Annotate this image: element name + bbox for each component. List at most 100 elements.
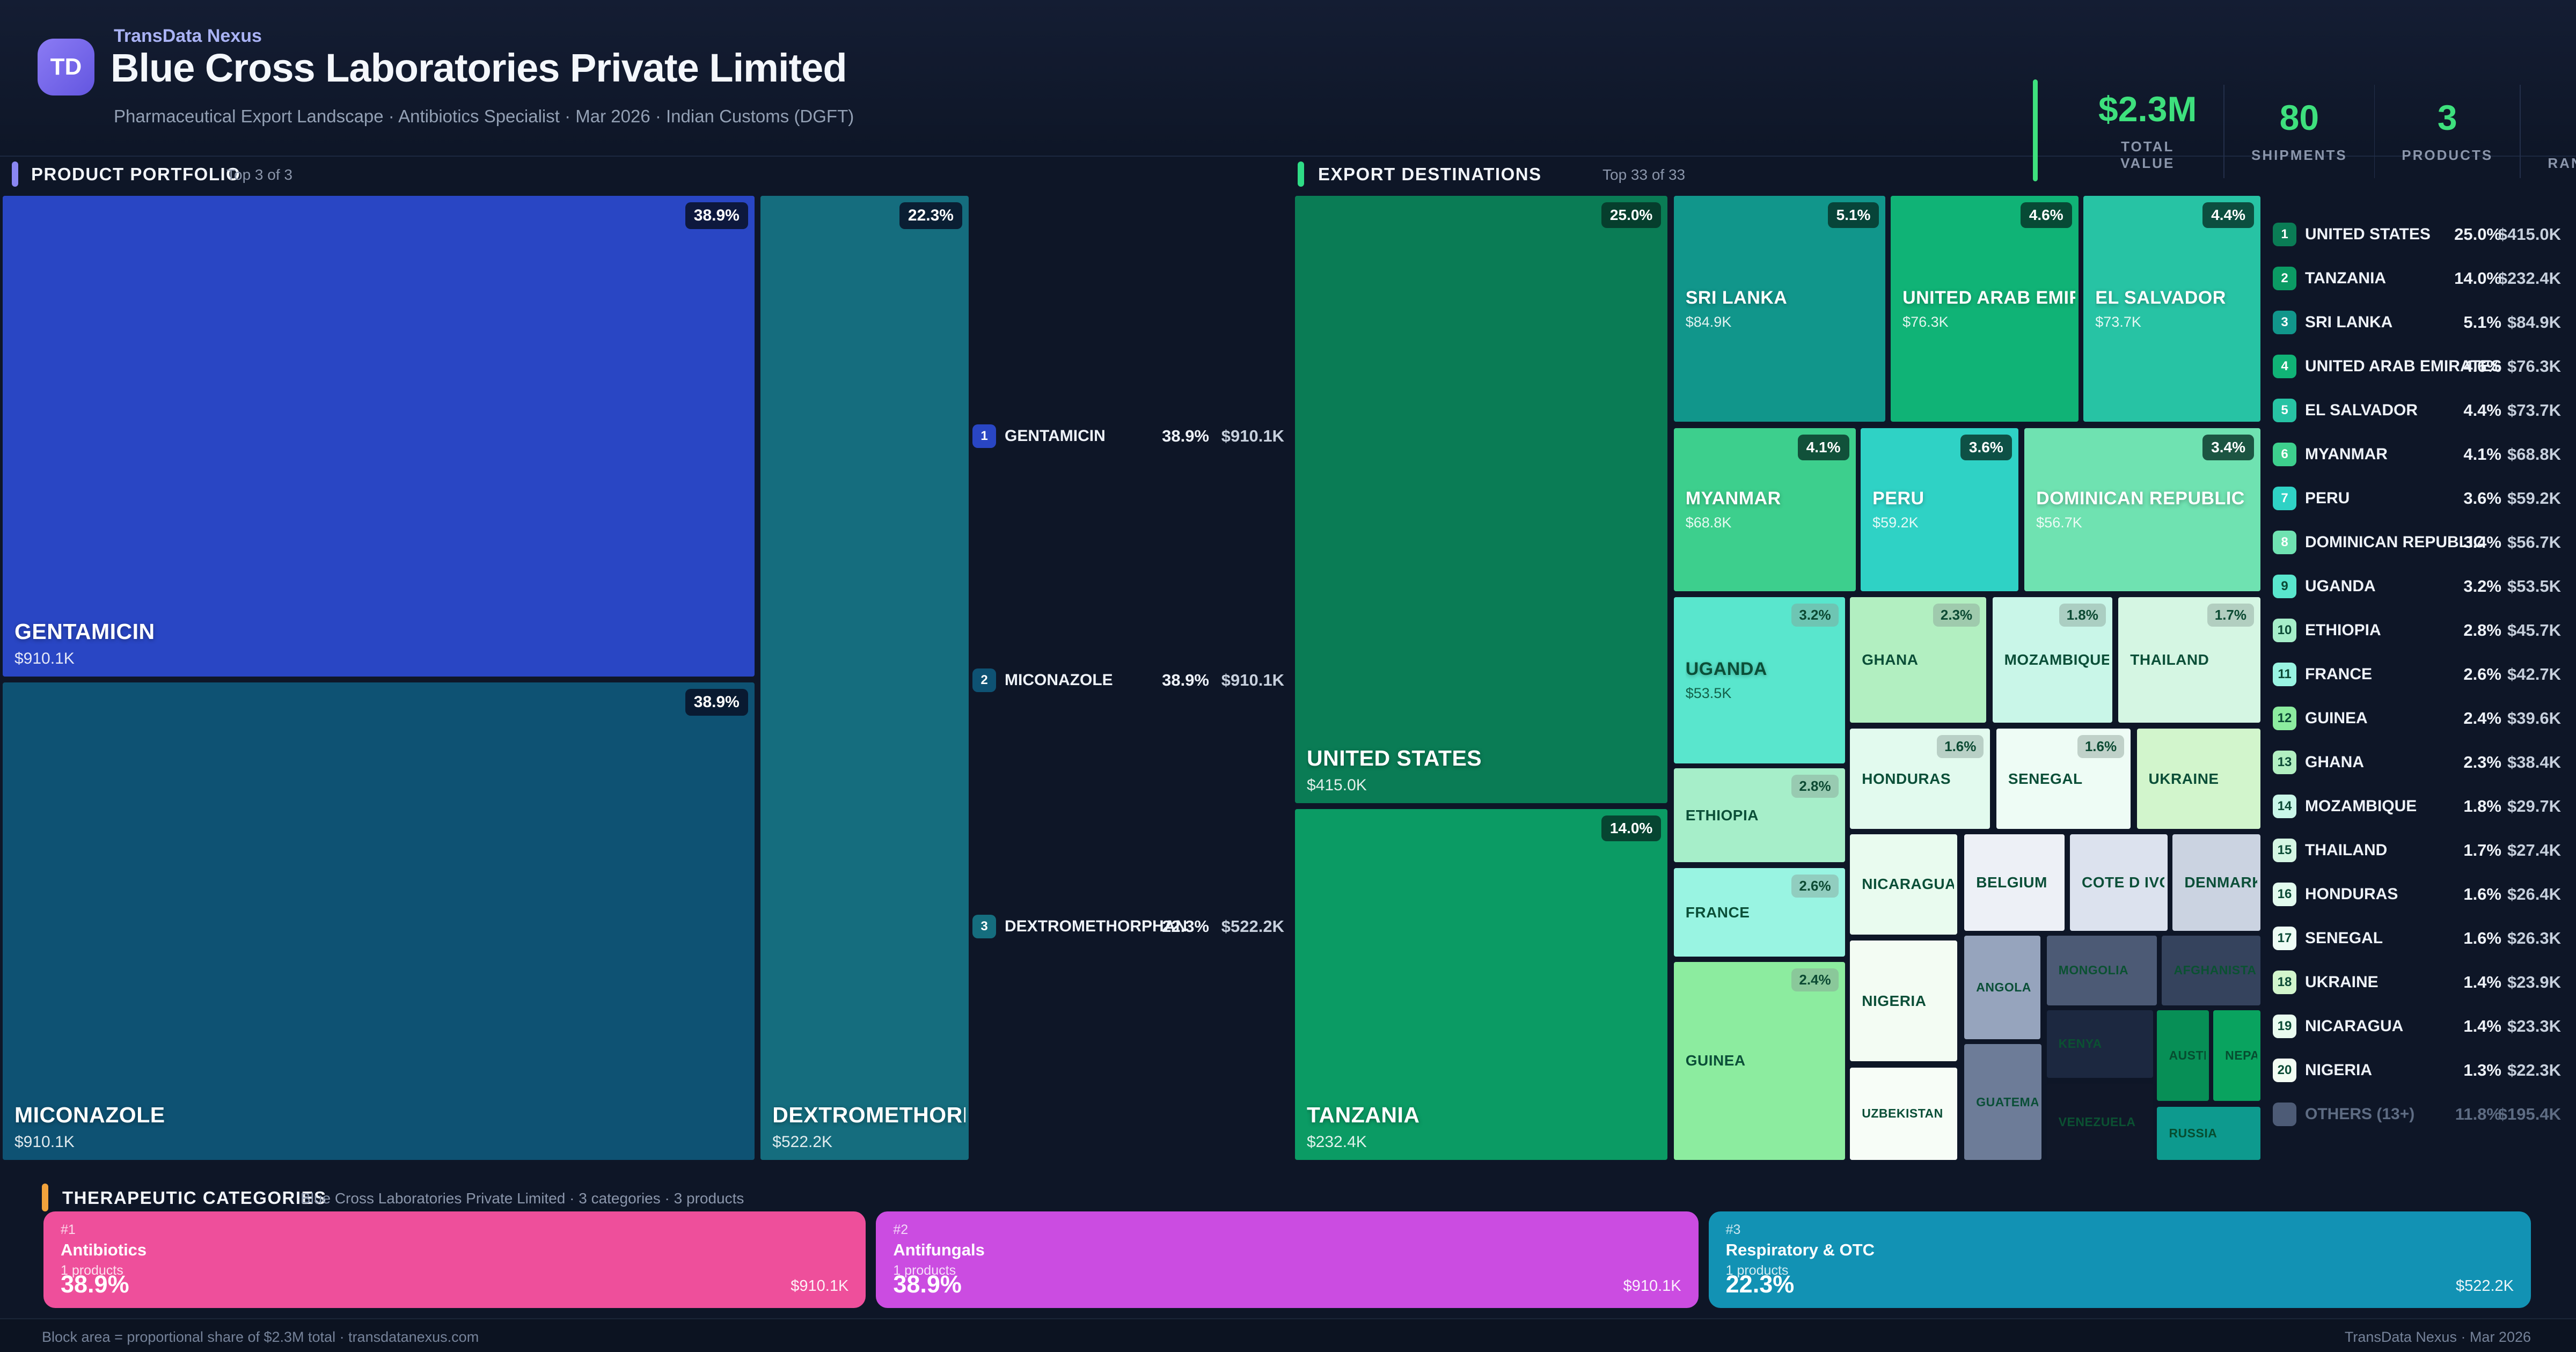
list-value: $53.5K	[2507, 577, 2561, 596]
card-rank: #3	[1725, 1222, 1741, 1237]
treemap-block-name: UZBEKISTAN	[1862, 1106, 1943, 1121]
treemap-block-kenya: KENYA	[2045, 1009, 2155, 1079]
list-share-pct: 3.2%	[2463, 577, 2501, 596]
treemap-block-nepal: NEPAL	[2212, 1009, 2262, 1103]
list-share-pct: 1.6%	[2463, 929, 2501, 947]
treemap-share-badge: 38.9%	[685, 202, 748, 229]
rank-badge: 17	[2273, 927, 2296, 950]
treemap-block-value: $415.0K	[1307, 776, 1367, 794]
product-section-title: PRODUCT PORTFOLIO	[31, 164, 241, 184]
treemap-block-name: EL SALVADOR	[2095, 287, 2226, 308]
card-name: Antifungals	[893, 1240, 985, 1259]
category-card-antifungals: #2 Antifungals 1 products 38.9% $910.1K	[876, 1211, 1699, 1308]
list-value: $73.7K	[2507, 401, 2561, 420]
rank-badge: 12	[2273, 707, 2296, 730]
company-logo: TD	[38, 39, 94, 95]
export-section-subtitle: Top 33 of 33	[1602, 166, 1686, 183]
treemap-share-badge: 1.8%	[2059, 604, 2106, 627]
rank-badge: 19	[2273, 1015, 2296, 1038]
rank-badge	[2273, 1103, 2296, 1126]
list-row-peru: 7 PERU 3.6% $59.2K	[2273, 487, 2572, 510]
treemap-block-name: NICARAGUA	[1862, 876, 1955, 893]
treemap-block-label: ANGOLA	[1976, 936, 2037, 1039]
export-treemap: 25.0% UNITED STATES $415.0K 14.0% TANZANIA $2…	[1293, 194, 2262, 1162]
treemap-block-guatemala: GUATEMALA	[1963, 1042, 2044, 1162]
list-country-name: THAILAND	[2305, 841, 2388, 859]
list-row-uganda: 9 UGANDA 3.2% $53.5K	[2273, 575, 2572, 598]
card-value: $910.1K	[1623, 1277, 1681, 1295]
product-section-bar	[12, 161, 18, 187]
stat-label: PRODUCTS	[2402, 146, 2493, 163]
list-row-others-13: OTHERS (13+) 11.8% $195.4K	[2273, 1103, 2572, 1126]
page-title: Blue Cross Laboratories Private Limited	[111, 46, 847, 90]
treemap-block-mozambique: 1.8% MOZAMBIQUE	[1990, 596, 2114, 725]
treemap-block-name: DENMARK	[2184, 873, 2257, 891]
treemap-block-label: BELGIUM	[1976, 834, 2061, 931]
treemap-block-name: DEXTROMETHORPHAN	[772, 1103, 965, 1127]
list-value: $195.4K	[2498, 1105, 2561, 1123]
treemap-block-name: PERU	[1872, 488, 1924, 509]
category-card-antibiotics: #1 Antibiotics 1 products 38.9% $910.1K	[43, 1211, 866, 1308]
treemap-block-label: KENYA	[2059, 1010, 2150, 1078]
treemap-block-label: NIGERIA	[1862, 940, 1954, 1061]
treemap-block-value: $59.2K	[1872, 514, 1919, 531]
list-row-france: 11 FRANCE 2.6% $42.7K	[2273, 663, 2572, 686]
list-share-pct: 11.8%	[2455, 1105, 2501, 1123]
treemap-block-name: MONGOLIA	[2058, 963, 2129, 978]
list-row-dominican-republic: 8 DOMINICAN REPUBLIC 3.4% $56.7K	[2273, 531, 2572, 554]
category-card-respiratory-otc: #3 Respiratory & OTC 1 products 22.3% $522.2…	[1708, 1211, 2531, 1308]
treemap-block-value: $53.5K	[1685, 685, 1732, 701]
treemap-block-mongolia: MONGOLIA	[2045, 934, 2158, 1007]
list-country-name: ETHIOPIA	[2305, 621, 2381, 639]
treemap-block-label: UNITED STATES $415.0K	[1307, 746, 1664, 795]
list-share-pct: 4.4%	[2463, 401, 2501, 420]
treemap-block-value: $56.7K	[2036, 514, 2082, 531]
list-value: $522.2K	[1221, 917, 1284, 936]
list-row-united-states: 1 UNITED STATES 25.0% $415.0K	[2273, 223, 2572, 246]
treemap-share-badge: 4.6%	[2020, 202, 2072, 228]
treemap-share-badge: 1.6%	[1937, 735, 1984, 759]
product-section-subtitle: Top 3 of 3	[226, 166, 292, 183]
footer: Block area = proportional share of $2.3M…	[0, 1318, 2576, 1352]
treemap-block-tanzania: 14.0% TANZANIA $232.4K	[1293, 807, 1670, 1162]
list-country-name: GENTAMICIN	[1005, 427, 1106, 445]
list-country-name: NICARAGUA	[2305, 1017, 2404, 1035]
list-value: $23.3K	[2507, 1017, 2561, 1035]
brand-name: TransData Nexus	[114, 26, 262, 46]
rank-badge: 13	[2273, 751, 2296, 774]
export-section-title: EXPORT DESTINATIONS	[1318, 164, 1542, 184]
treemap-share-badge: 4.4%	[2202, 202, 2254, 228]
treemap-block-name: VENEZUELA	[2058, 1114, 2136, 1129]
treemap-share-badge: 22.3%	[899, 202, 962, 229]
rank-badge: 3	[2273, 311, 2296, 334]
stats-accent-bar	[2033, 79, 2038, 181]
card-share-pct: 22.3%	[1725, 1270, 1795, 1298]
treemap-block-australia: AUSTRALIA	[2155, 1009, 2211, 1103]
treemap-block-thailand: 1.7% THAILAND	[2117, 596, 2262, 725]
list-row-ethiopia: 10 ETHIOPIA 2.8% $45.7K	[2273, 619, 2572, 642]
treemap-block-france: 2.6% FRANCE	[1672, 866, 1847, 959]
treemap-block-name: ANGOLA	[1976, 980, 2031, 994]
rank-badge: 11	[2273, 663, 2296, 686]
stat-value: $2.3M	[2098, 89, 2197, 129]
list-value: $26.4K	[2507, 885, 2561, 903]
rank-badge: 16	[2273, 883, 2296, 906]
treemap-share-badge: 3.6%	[1960, 434, 2012, 460]
card-rank: #1	[61, 1222, 76, 1237]
export-list: 1 UNITED STATES 25.0% $415.0K 2 TANZANIA 14.0%…	[2273, 194, 2572, 1162]
treemap-block-label: GUATEMALA	[1976, 1044, 2038, 1160]
list-country-name: PERU	[2305, 489, 2350, 507]
rank-badge: 2	[2273, 267, 2296, 290]
treemap-block-el-salvador: 4.4% EL SALVADOR $73.7K	[2082, 194, 2262, 424]
treemap-block-belgium: BELGIUM	[1963, 832, 2067, 932]
list-row-ukraine: 18 UKRAINE 1.4% $23.9K	[2273, 971, 2572, 994]
list-share-pct: 2.8%	[2463, 621, 2501, 640]
treemap-share-badge: 38.9%	[685, 688, 748, 716]
stat-label: #1 RANKINGS	[2548, 155, 2576, 171]
treemap-block-name: KENYA	[2058, 1037, 2102, 1051]
list-share-pct: 38.9%	[1162, 427, 1209, 445]
treemap-block-label: TANZANIA $232.4K	[1307, 1103, 1664, 1151]
treemap-block-value: $522.2K	[772, 1133, 833, 1151]
list-value: $56.7K	[2507, 533, 2561, 552]
rank-badge: 14	[2273, 795, 2296, 818]
